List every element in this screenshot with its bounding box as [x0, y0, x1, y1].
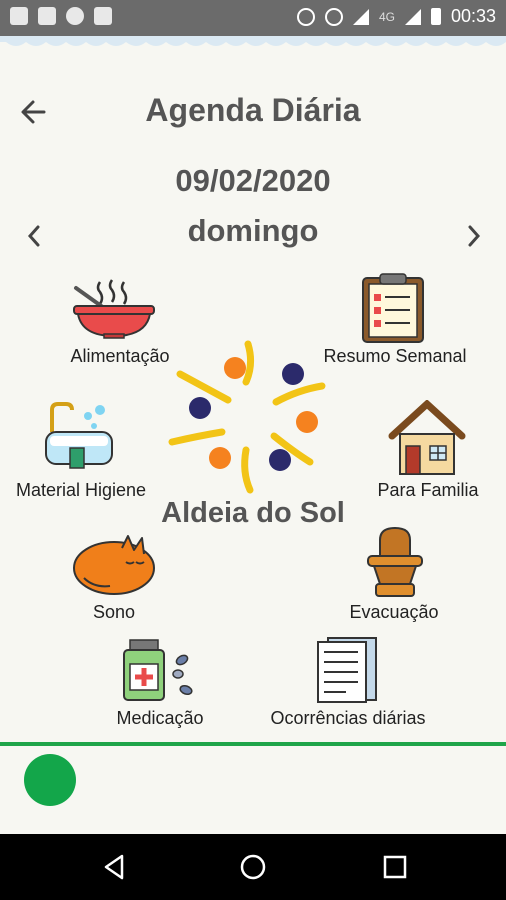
medicine-icon	[123, 639, 193, 701]
current-date: 09/02/2020	[175, 163, 331, 198]
cloud-border	[0, 36, 506, 46]
menu-evacuacao-label: Evacuação	[349, 602, 439, 622]
document-icon	[317, 637, 377, 703]
bowl-icon	[73, 279, 155, 339]
missed-call-icon	[66, 7, 84, 25]
menu-evacuacao[interactable]: Evacuação	[330, 524, 458, 626]
chevron-left-icon[interactable]	[22, 222, 46, 250]
clipboard-icon	[362, 273, 424, 343]
current-weekday: domingo	[187, 213, 319, 248]
page-title: Agenda Diária	[0, 92, 506, 129]
clock: 00:33	[450, 6, 496, 26]
potty-icon	[367, 526, 423, 597]
notification-icons	[10, 7, 112, 25]
menu-ocorrencias-label: Ocorrências diárias	[270, 708, 426, 728]
menu-para-familia[interactable]: Para Familia	[370, 398, 486, 504]
house-icon	[388, 400, 466, 475]
alarm-icon	[324, 7, 343, 26]
menu-medicacao[interactable]: Medicação	[106, 636, 214, 732]
voicemail-notification-icon	[38, 7, 56, 25]
phone-notification-icon	[94, 7, 112, 25]
bathtub-icon	[45, 402, 113, 469]
sun-logo-icon	[168, 340, 326, 494]
back-triangle-icon[interactable]	[100, 852, 130, 882]
sleeping-cat-icon	[73, 535, 155, 595]
page-title-text: Agenda Diária	[145, 92, 361, 128]
battery-icon	[430, 8, 441, 25]
network-type: 4G	[378, 9, 395, 24]
system-icons: 4G 00:33	[296, 6, 496, 27]
menu-medicacao-label: Medicação	[116, 708, 204, 728]
green-divider	[0, 742, 506, 746]
menu-ocorrencias-diarias[interactable]: Ocorrências diárias	[262, 632, 434, 732]
image-notification-icon	[10, 7, 28, 25]
wifi-icon	[352, 8, 369, 25]
chevron-right-icon[interactable]	[462, 222, 486, 250]
system-navigation-bar	[0, 834, 506, 900]
home-circle-icon[interactable]	[238, 852, 268, 882]
signal-icon	[404, 8, 421, 25]
recents-square-icon[interactable]	[380, 852, 410, 882]
menu-material-higiene[interactable]: Material Higiene	[6, 400, 156, 504]
do-not-disturb-icon	[296, 7, 315, 26]
green-action-button[interactable]	[24, 754, 76, 806]
menu-sono[interactable]: Sono	[64, 532, 164, 626]
status-bar: 4G 00:33	[0, 0, 506, 36]
menu-sono-label: Sono	[92, 602, 136, 622]
